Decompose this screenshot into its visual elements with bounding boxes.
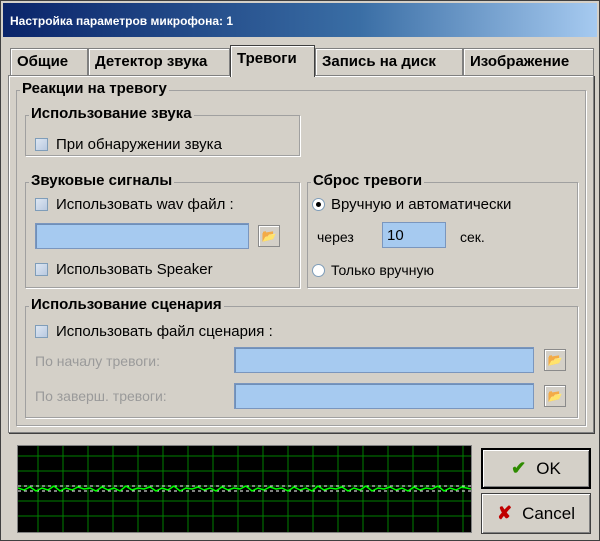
- folder-open-icon: 📂: [547, 389, 563, 403]
- on-end-label: По заверш. тревоги:: [35, 388, 167, 404]
- seconds-input[interactable]: 10: [382, 222, 446, 248]
- on-start-input[interactable]: [234, 347, 534, 373]
- manual-auto-label: Вручную и автоматически: [331, 196, 512, 213]
- seconds-unit-label: сек.: [460, 229, 485, 245]
- use-wav-label: Использовать wav файл :: [56, 196, 234, 213]
- manual-only-radio[interactable]: [312, 264, 325, 277]
- scenario-legend: Использование сценария: [29, 296, 224, 313]
- use-scenario-checkbox[interactable]: [35, 325, 48, 338]
- manual-only-label: Только вручную: [331, 262, 434, 278]
- checkmark-icon: ✔: [511, 458, 527, 478]
- waveform: [17, 485, 472, 492]
- sound-signals-legend: Звуковые сигналы: [29, 172, 175, 189]
- ok-label: OK: [536, 458, 561, 478]
- alarm-reset-legend: Сброс тревоги: [311, 172, 425, 189]
- alarm-reactions-legend: Реакции на тревогу: [20, 80, 169, 97]
- use-scenario-label: Использовать файл сценария :: [56, 323, 273, 340]
- sound-usage-legend: Использование звука: [29, 105, 194, 122]
- on-start-label: По началу тревоги:: [35, 353, 160, 369]
- cancel-label: Cancel: [522, 503, 575, 523]
- use-wav-checkbox[interactable]: [35, 198, 48, 211]
- folder-open-icon: 📂: [547, 353, 563, 367]
- oscilloscope-canvas: [17, 446, 472, 532]
- cancel-button[interactable]: ✘ Cancel: [481, 493, 591, 534]
- tab-alarms[interactable]: Тревоги: [230, 45, 315, 77]
- on-end-input[interactable]: [234, 383, 534, 409]
- use-speaker-checkbox[interactable]: [35, 263, 48, 276]
- tab-sound-detector[interactable]: Детектор звука: [88, 48, 230, 75]
- manual-auto-radio[interactable]: [312, 198, 325, 211]
- use-speaker-label: Использовать Speaker: [56, 261, 213, 278]
- folder-open-icon: 📂: [261, 229, 277, 243]
- ok-button[interactable]: ✔ OK: [481, 448, 591, 489]
- after-label: через: [317, 229, 354, 245]
- alarms-tab-panel: Реакции на тревогу Использование звука П…: [8, 75, 594, 433]
- tab-general[interactable]: Общие: [10, 48, 88, 75]
- tab-image[interactable]: Изображение: [463, 48, 594, 75]
- wav-browse-button[interactable]: 📂: [258, 225, 280, 247]
- on-start-browse-button[interactable]: 📂: [544, 349, 566, 371]
- on-detect-label: При обнаружении звука: [56, 136, 222, 153]
- cross-icon: ✘: [496, 503, 513, 523]
- signal-level-oscilloscope: [17, 445, 472, 533]
- on-detect-checkbox[interactable]: [35, 138, 48, 151]
- microphone-settings-dialog: Настройка параметров микрофона: 1 Общие …: [0, 0, 600, 541]
- on-end-browse-button[interactable]: 📂: [544, 385, 566, 407]
- window-title: Настройка параметров микрофона: 1: [3, 3, 597, 37]
- tab-disk-recording[interactable]: Запись на диск: [315, 48, 463, 75]
- wav-file-input[interactable]: [35, 223, 249, 249]
